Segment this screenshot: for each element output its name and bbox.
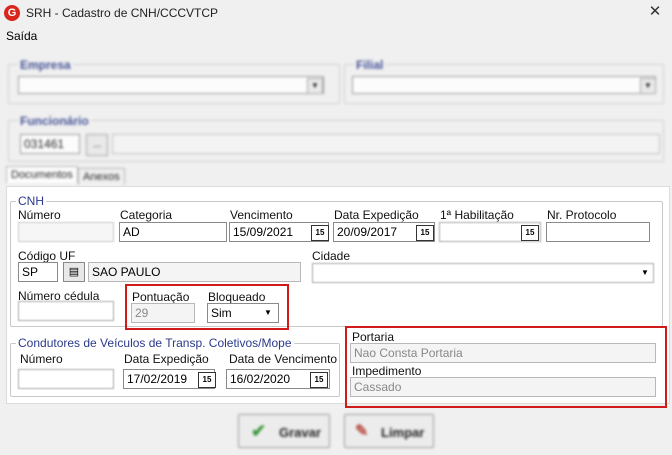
menu-bar: Saída — [0, 27, 672, 45]
condutores-numero-input[interactable] — [18, 369, 114, 389]
condutores-numero-label: Número — [20, 352, 63, 366]
empresa-chevron-down-icon[interactable]: ▼ — [307, 78, 323, 94]
condutores-data-vencimento-label: Data de Vencimento — [229, 352, 338, 366]
close-icon[interactable]: ✕ — [644, 2, 666, 22]
portaria-label: Portaria — [352, 330, 395, 344]
cidade-chevron-down-icon[interactable]: ▼ — [638, 266, 652, 280]
pontuacao-field: 29 — [131, 303, 195, 323]
categoria-input[interactable]: AD — [119, 222, 227, 242]
uf-name-field: SAO PAULO — [88, 262, 301, 282]
app-logo-icon: G — [4, 5, 20, 21]
cidade-label: Cidade — [312, 249, 351, 263]
filial-combo[interactable] — [352, 76, 656, 94]
empresa-combo[interactable] — [18, 76, 324, 94]
gravar-button[interactable]: ✔ Gravar — [238, 414, 330, 448]
data-expedicao-calendar-icon[interactable]: 15 — [416, 225, 434, 241]
eraser-icon: ✎ — [355, 423, 369, 440]
limpar-button-label: Limpar — [381, 425, 425, 440]
numero-label: Número — [18, 208, 61, 222]
nr-protocolo-label: Nr. Protocolo — [547, 208, 617, 222]
codigo-uf-label: Código UF — [18, 249, 76, 263]
menu-item-saida[interactable]: Saída — [6, 29, 37, 43]
bloqueado-label: Bloqueado — [208, 290, 266, 304]
impedimento-label: Impedimento — [352, 364, 422, 378]
nr-protocolo-input[interactable] — [546, 222, 650, 242]
gravar-button-label: Gravar — [279, 425, 321, 440]
funcionario-code-input[interactable]: 031461 — [20, 134, 80, 154]
vencimento-calendar-icon[interactable]: 15 — [311, 225, 329, 241]
checkmark-icon: ✔ — [251, 421, 267, 441]
title-bar: G SRH - Cadastro de CNH/CCCVTCP ✕ — [0, 0, 672, 27]
filial-label: Filial — [354, 58, 386, 72]
numero-cedula-input[interactable] — [18, 301, 114, 321]
numero-input[interactable] — [18, 222, 114, 242]
portaria-field: Nao Consta Portaria — [350, 343, 656, 363]
cidade-combo[interactable] — [312, 263, 654, 283]
data-expedicao-label: Data Expedição — [334, 208, 419, 222]
condutores-vencimento-calendar-icon[interactable]: 15 — [310, 372, 328, 388]
window-title: SRH - Cadastro de CNH/CCCVTCP — [26, 6, 219, 20]
categoria-label: Categoria — [120, 208, 173, 222]
binoculars-search-icon[interactable]: ▤ — [63, 262, 85, 282]
lookup-button[interactable]: ... — [86, 134, 108, 156]
condutores-data-expedicao-label: Data Expedição — [124, 352, 209, 366]
condutores-expedicao-calendar-icon[interactable]: 15 — [198, 372, 216, 388]
cnh-group-title: CNH — [16, 194, 46, 208]
funcionario-label: Funcionário — [18, 114, 91, 128]
condutores-group-title: Condutores de Veículos de Transp. Coleti… — [16, 336, 294, 350]
vencimento-label: Vencimento — [230, 208, 293, 222]
tab-documentos[interactable]: Documentos — [6, 166, 78, 183]
primeira-habilitacao-calendar-icon[interactable]: 15 — [521, 225, 539, 241]
pontuacao-label: Pontuação — [132, 290, 190, 304]
uf-code-input[interactable]: SP — [18, 262, 58, 282]
limpar-button[interactable]: ✎ Limpar — [344, 414, 434, 448]
impedimento-field: Cassado — [350, 377, 656, 397]
primeira-habilitacao-label: 1ª Habilitação — [440, 208, 514, 222]
tab-anexos[interactable]: Anexos — [78, 168, 125, 185]
funcionario-name-field — [112, 134, 660, 154]
filial-chevron-down-icon[interactable]: ▼ — [640, 78, 656, 94]
bloqueado-chevron-down-icon[interactable]: ▼ — [262, 306, 274, 320]
empresa-label: Empresa — [18, 58, 73, 72]
